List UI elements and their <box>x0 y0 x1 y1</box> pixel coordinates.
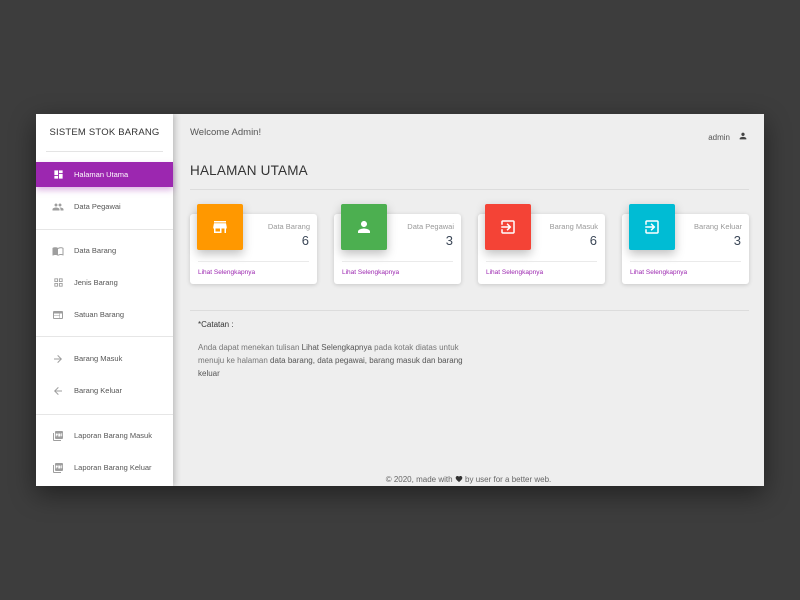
arrow-back-icon <box>52 385 64 397</box>
app-window: SISTEM STOK BARANG Halaman Utama Data Pe… <box>36 114 764 486</box>
footer: © 2020, made with by user for a better w… <box>173 475 764 484</box>
sidebar-divider <box>36 336 173 337</box>
footer-text: by user for a better web. <box>465 475 552 484</box>
sidebar-item-satuan-barang[interactable]: Satuan Barang <box>36 302 173 327</box>
page-title: HALAMAN UTAMA <box>190 163 308 178</box>
card-link[interactable]: Lihat Selengkapnya <box>486 269 543 276</box>
footer-text: © 2020, made with <box>385 475 453 484</box>
sidebar-divider <box>36 414 173 415</box>
card-link[interactable]: Lihat Selengkapnya <box>198 269 255 276</box>
login-icon <box>485 204 531 250</box>
user-menu[interactable]: admin <box>708 131 748 143</box>
logout-icon <box>629 204 675 250</box>
section-divider <box>190 310 749 311</box>
sidebar-item-jenis-barang[interactable]: Jenis Barang <box>36 270 173 295</box>
sidebar-divider <box>36 229 173 230</box>
sidebar-item-halaman-utama[interactable]: Halaman Utama <box>36 162 173 187</box>
sidebar-item-label: Satuan Barang <box>74 310 125 319</box>
note-highlight-link: Lihat Selengkapnya <box>301 343 372 352</box>
card-divider <box>630 261 741 262</box>
stat-card-barang-keluar: Barang Keluar 3 Lihat Selengkapnya <box>622 204 749 284</box>
note-heading: *Catatan : <box>198 320 234 329</box>
sidebar-item-label: Barang Keluar <box>74 386 122 395</box>
person-icon <box>738 131 748 143</box>
card-link[interactable]: Lihat Selengkapnya <box>342 269 399 276</box>
sidebar-item-barang-keluar[interactable]: Barang Keluar <box>36 378 173 403</box>
store-icon <box>197 204 243 250</box>
card-label: Data Barang <box>267 222 310 231</box>
heart-icon <box>455 475 463 484</box>
note-text: Anda dapat menekan tulisan Lihat Selengk… <box>198 341 468 380</box>
person-icon <box>341 204 387 250</box>
sidebar-item-label: Data Pegawai <box>74 202 121 211</box>
sidebar-item-laporan-barang-masuk[interactable]: Laporan Barang Masuk <box>36 423 173 448</box>
arrow-forward-icon <box>52 353 64 365</box>
category-icon <box>52 277 64 289</box>
sidebar-item-label: Jenis Barang <box>74 278 118 287</box>
card-label: Barang Masuk <box>549 222 598 231</box>
card-divider <box>198 261 309 262</box>
main-content: Welcome Admin! admin HALAMAN UTAMA Data … <box>173 114 764 486</box>
card-value: 6 <box>589 233 597 248</box>
card-value: 6 <box>301 233 309 248</box>
web-icon <box>52 309 64 321</box>
card-label: Barang Keluar <box>694 222 742 231</box>
welcome-text: Welcome Admin! <box>190 127 262 138</box>
card-value: 3 <box>733 233 741 248</box>
title-divider <box>190 189 749 190</box>
card-divider <box>486 261 597 262</box>
pdf-icon <box>52 462 64 474</box>
book-icon <box>52 245 64 257</box>
sidebar-item-barang-masuk[interactable]: Barang Masuk <box>36 346 173 371</box>
stat-card-data-barang: Data Barang 6 Lihat Selengkapnya <box>190 204 317 284</box>
card-label: Data Pegawai <box>407 222 454 231</box>
stat-card-barang-masuk: Barang Masuk 6 Lihat Selengkapnya <box>478 204 605 284</box>
sidebar-item-label: Barang Masuk <box>74 354 123 363</box>
sidebar-title[interactable]: SISTEM STOK BARANG <box>46 114 163 152</box>
sidebar-item-data-pegawai[interactable]: Data Pegawai <box>36 194 173 219</box>
pdf-icon <box>52 430 64 442</box>
sidebar-item-label: Halaman Utama <box>74 170 129 179</box>
card-link[interactable]: Lihat Selengkapnya <box>630 269 687 276</box>
card-divider <box>342 261 453 262</box>
people-icon <box>52 201 64 213</box>
sidebar-item-label: Laporan Barang Masuk <box>74 431 152 440</box>
card-value: 3 <box>445 233 453 248</box>
sidebar-item-label: Data Barang <box>74 246 117 255</box>
sidebar-item-laporan-barang-keluar[interactable]: Laporan Barang Keluar <box>36 455 173 480</box>
sidebar-item-data-barang[interactable]: Data Barang <box>36 238 173 263</box>
sidebar: SISTEM STOK BARANG Halaman Utama Data Pe… <box>36 114 173 486</box>
sidebar-item-label: Laporan Barang Keluar <box>74 463 152 472</box>
note-part: Anda dapat menekan tulisan <box>198 343 302 352</box>
username: admin <box>708 132 730 142</box>
stat-card-data-pegawai: Data Pegawai 3 Lihat Selengkapnya <box>334 204 461 284</box>
dashboard-icon <box>52 169 64 181</box>
